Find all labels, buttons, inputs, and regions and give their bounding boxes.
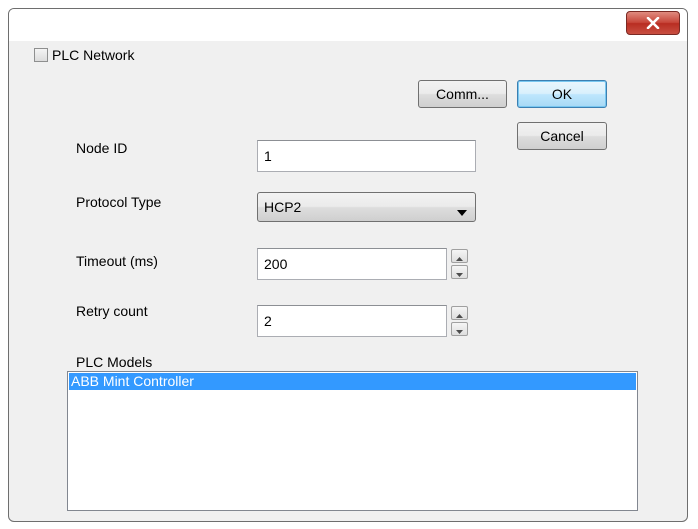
timeout-spin-down-button[interactable] bbox=[451, 265, 468, 279]
timeout-spin-up-button[interactable] bbox=[451, 249, 468, 263]
close-button[interactable] bbox=[626, 11, 680, 35]
retry-spin-up-button[interactable] bbox=[451, 306, 468, 320]
plc-models-listbox[interactable]: ABB Mint Controller bbox=[67, 371, 638, 511]
protocol-type-select[interactable]: HCP2 bbox=[257, 192, 476, 222]
spin-up-icon bbox=[456, 248, 463, 264]
retry-count-label: Retry count bbox=[76, 303, 148, 319]
protocol-type-value: HCP2 bbox=[264, 199, 302, 215]
spin-down-icon bbox=[456, 264, 463, 280]
retry-count-input[interactable]: 2 bbox=[257, 305, 447, 337]
timeout-input[interactable]: 200 bbox=[257, 248, 447, 280]
timeout-spinner bbox=[451, 249, 468, 279]
list-item[interactable]: ABB Mint Controller bbox=[69, 373, 636, 390]
timeout-label: Timeout (ms) bbox=[76, 253, 158, 269]
comm-button[interactable]: Comm... bbox=[418, 80, 507, 108]
node-id-label: Node ID bbox=[76, 140, 128, 156]
spin-up-icon bbox=[456, 305, 463, 321]
retry-spinner bbox=[451, 306, 468, 336]
retry-spin-down-button[interactable] bbox=[451, 322, 468, 336]
ok-button[interactable]: OK bbox=[517, 80, 607, 108]
plc-network-checkbox[interactable] bbox=[34, 48, 48, 62]
cancel-button[interactable]: Cancel bbox=[517, 122, 607, 150]
chevron-down-icon bbox=[457, 203, 467, 219]
node-id-input[interactable]: 1 bbox=[257, 140, 476, 172]
plc-network-label: PLC Network bbox=[52, 47, 135, 63]
protocol-type-label: Protocol Type bbox=[76, 194, 162, 210]
title-bar bbox=[9, 9, 687, 41]
plc-models-label: PLC Models bbox=[76, 354, 153, 370]
close-x-icon bbox=[646, 17, 660, 29]
spin-down-icon bbox=[456, 321, 463, 337]
